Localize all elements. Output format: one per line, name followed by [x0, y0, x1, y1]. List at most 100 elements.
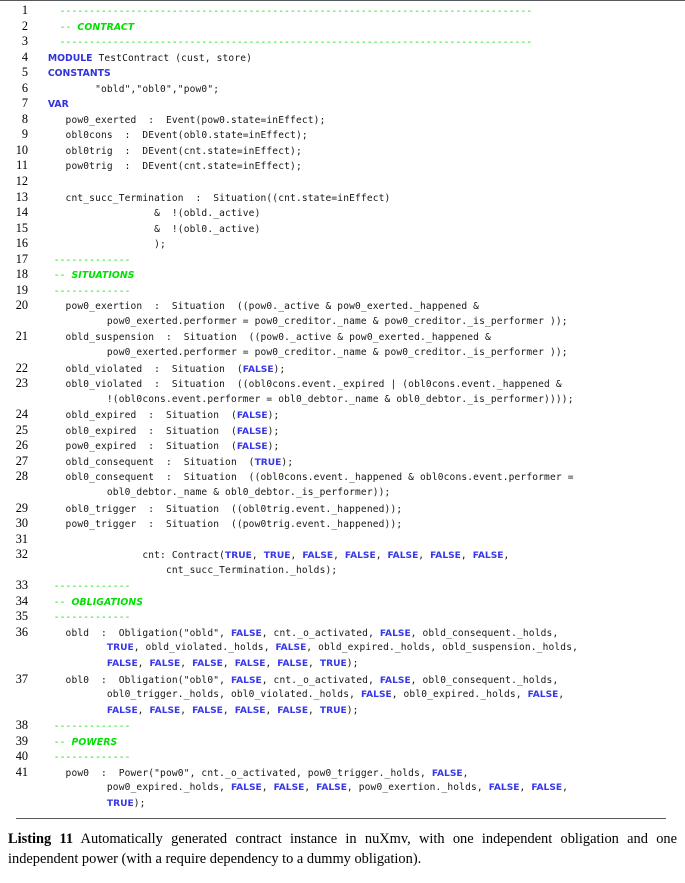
code-line: 27 obld_consequent : Situation (TRUE); — [0, 454, 685, 470]
code-line: 39 -- POWERS — [0, 734, 685, 750]
code-line: 20 pow0_exertion : Situation ((pow0._act… — [0, 298, 685, 314]
code-line: 26 pow0_expired : Situation (FALSE); — [0, 438, 685, 454]
code-token-plain: , — [290, 550, 303, 562]
code-token-bool: FALSE — [236, 426, 268, 437]
line-number: 30 — [15, 516, 28, 531]
code-line: FALSE, FALSE, FALSE, FALSE, FALSE, TRUE)… — [0, 703, 685, 719]
line-number: 28 — [15, 469, 28, 484]
code-token-bool: TRUE — [319, 705, 347, 716]
code-token-bool: FALSE — [230, 675, 262, 686]
line-number: 35 — [15, 609, 28, 624]
line-number: 34 — [15, 593, 28, 608]
code-token-plain: , — [333, 550, 345, 562]
code-token-bool: FALSE — [242, 364, 274, 375]
line-number: 15 — [15, 220, 28, 235]
line-number: 33 — [15, 578, 28, 593]
code-token-plain: , obld_violated._holds, — [133, 642, 276, 654]
code-line-text: ); — [28, 237, 685, 253]
code-line-text: & !(obld._active) — [28, 206, 685, 222]
line-number: 21 — [15, 329, 28, 344]
listing-bottom-rule — [16, 818, 666, 820]
line-number: 13 — [15, 189, 28, 204]
code-token-cmt: ------------- — [53, 612, 131, 624]
line-number: 16 — [15, 236, 28, 251]
code-line: 30 pow0_trigger : Situation ((pow0trig.e… — [0, 516, 685, 532]
code-token-plain: "obld","obl0","pow0"; — [36, 83, 220, 95]
code-token-plain: pow0_expired : Situation ( — [36, 441, 237, 453]
code-token-plain: cnt_succ_Termination : Situation((cnt.st… — [36, 192, 391, 204]
line-number: 7 — [21, 96, 28, 111]
code-line: 31 — [0, 532, 685, 548]
code-line: cnt_succ_Termination._holds); — [0, 563, 685, 579]
code-line-text: pow0trig : DEvent(cnt.state=inEffect); — [28, 159, 685, 175]
code-token-plain: ); — [273, 363, 286, 375]
code-token-plain: & !(obld._active) — [36, 208, 261, 220]
code-token-plain: , cnt._o_activated, — [261, 627, 380, 639]
code-token-bool: FALSE — [277, 658, 309, 669]
code-line: 33 ------------- — [0, 578, 685, 594]
code-line-text: obl0trig : DEvent(cnt.state=inEffect); — [28, 144, 685, 160]
code-token-plain: pow0_expired._holds, — [36, 782, 231, 794]
code-token-bool: FALSE — [527, 690, 559, 701]
code-line-text: "obld","obl0","pow0"; — [28, 82, 685, 98]
code-token-cmt: ------------- — [53, 581, 131, 593]
code-token-plain: obld_consequent : Situation ( — [36, 456, 255, 468]
code-token-plain: pow0_exerted : Event(pow0.state=inEffect… — [36, 114, 326, 126]
code-token-kw: MODULE — [47, 52, 93, 64]
code-token-plain: , — [265, 657, 278, 669]
code-line-text: FALSE, FALSE, FALSE, FALSE, FALSE, TRUE)… — [28, 703, 685, 720]
code-token-plain: ); — [281, 456, 294, 468]
code-token-bool: FALSE — [488, 783, 520, 794]
code-token-bool: FALSE — [379, 628, 411, 639]
code-line: 12 — [0, 174, 685, 190]
code-line: 29 obl0_trigger : Situation ((obl0trig.e… — [0, 501, 685, 517]
line-number: 5 — [21, 65, 28, 80]
line-number: 14 — [15, 205, 28, 220]
code-block: 1 --------------------------------------… — [0, 1, 685, 811]
code-token-bool: FALSE — [192, 658, 223, 669]
code-line-text: obld_consequent : Situation (TRUE); — [28, 455, 685, 472]
code-token-plain: & !(obl0._active) — [36, 223, 261, 235]
code-token-plain: obl0cons : DEvent(obl0.state=inEffect); — [36, 130, 308, 142]
code-token-plain: pow0_exerted.performer = pow0_creditor._… — [36, 347, 568, 359]
code-line: 25 obl0_expired : Situation (FALSE); — [0, 423, 685, 439]
code-line-text: ------------- — [28, 750, 685, 766]
code-token-plain: obld : Obligation("obld", — [36, 627, 231, 639]
code-token-plain: , obld_expired._holds, obld_suspension._… — [306, 642, 579, 654]
code-line: 18 -- SITUATIONS — [0, 267, 685, 283]
code-token-plain: obl0 : Obligation("obl0", — [36, 674, 231, 686]
code-line: 40 ------------- — [0, 749, 685, 765]
code-token-cmt: -- — [53, 736, 66, 748]
code-token-cmt: ----------------------------------------… — [59, 6, 533, 17]
code-line-text: CONSTANTS — [28, 66, 685, 82]
code-line: 14 & !(obld._active) — [0, 205, 685, 221]
line-number: 36 — [15, 624, 28, 639]
code-line-text: & !(obl0._active) — [28, 222, 685, 238]
code-line-text: obl0_expired : Situation (FALSE); — [28, 424, 685, 441]
code-line: 1 --------------------------------------… — [0, 3, 685, 19]
code-token-plain: obl0_trigger : Situation ((obl0trig.even… — [36, 503, 403, 515]
figure-caption: Listing 11 Automatically generated contr… — [8, 830, 677, 869]
code-token-cmt-it: POWERS — [71, 736, 118, 748]
code-token-bool: FALSE — [230, 783, 262, 794]
code-token-plain: obld_suspension : Situation ((pow0._acti… — [36, 332, 491, 344]
code-token-plain: , — [308, 704, 320, 716]
code-line-text: pow0_expired : Situation (FALSE); — [28, 439, 685, 456]
code-line-text: obl0cons : DEvent(obl0.state=inEffect); — [28, 128, 685, 144]
code-line-text: ------------- — [28, 719, 685, 735]
code-token-bool: FALSE — [149, 705, 181, 716]
code-line-text: -- CONTRACT — [28, 20, 685, 36]
code-line-text: obld_expired : Situation (FALSE); — [28, 408, 685, 425]
code-token-bool: FALSE — [531, 783, 563, 794]
code-token-plain: pow0_trigger : Situation ((pow0trig.even… — [36, 519, 403, 531]
code-token-plain: ); — [133, 797, 146, 809]
code-line: 3 --------------------------------------… — [0, 34, 685, 50]
code-token-plain: pow0 : Power("pow0", cnt._o_activated, p… — [36, 767, 432, 779]
code-line: TRUE); — [0, 796, 685, 812]
code-token-bool: FALSE — [275, 643, 307, 654]
code-token-plain: , — [265, 704, 278, 716]
code-token-cmt-it: CONTRACT — [77, 21, 135, 33]
line-number: 12 — [15, 174, 28, 189]
